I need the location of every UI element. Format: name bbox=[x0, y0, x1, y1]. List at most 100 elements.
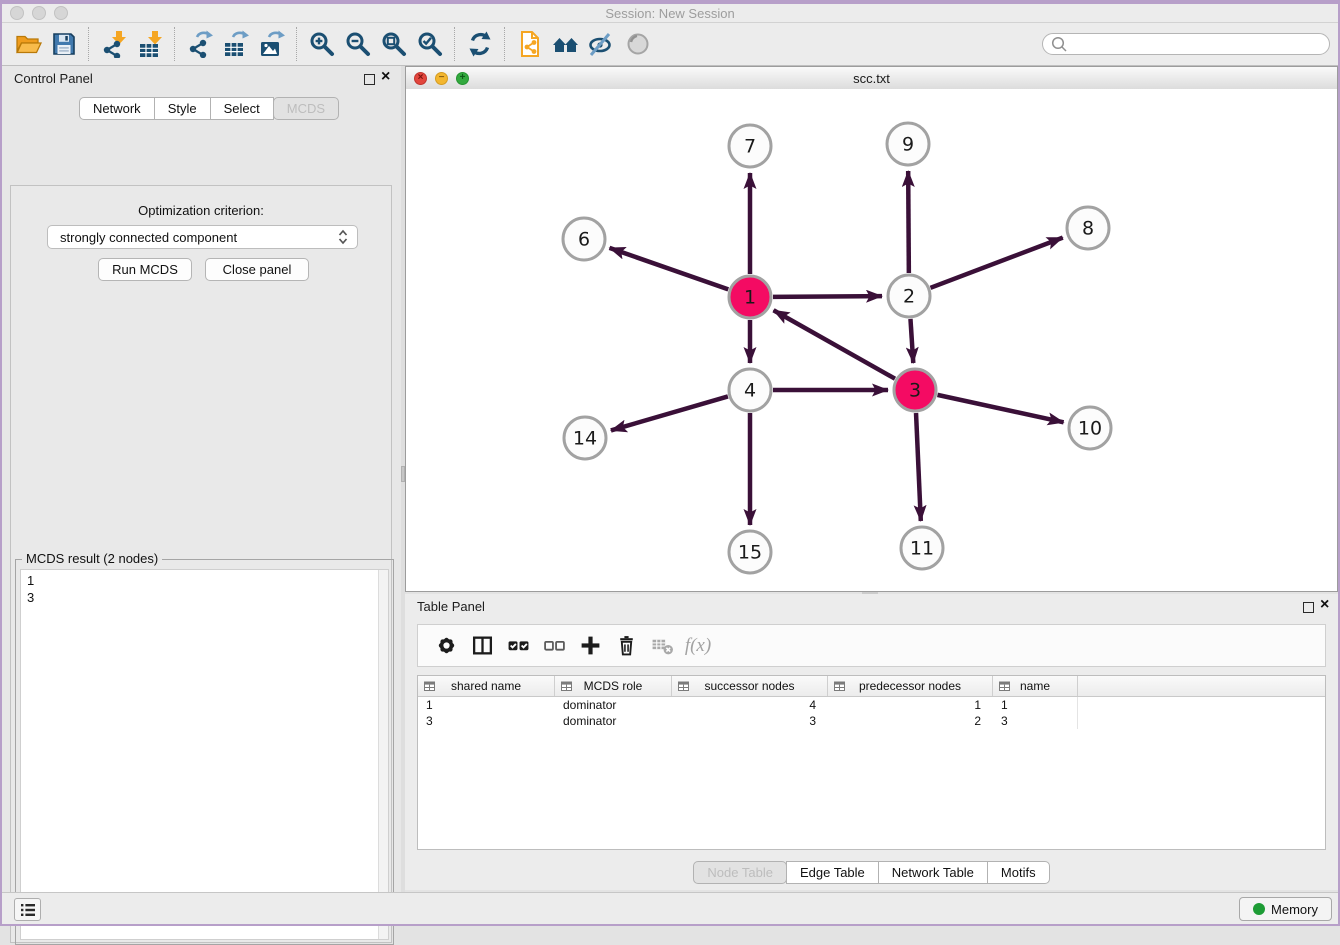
svg-text:4: 4 bbox=[744, 380, 756, 402]
result-scrollbar[interactable] bbox=[378, 570, 388, 939]
close-panel-button[interactable]: Close panel bbox=[205, 258, 309, 281]
graph-node-2[interactable]: 2 bbox=[888, 275, 930, 317]
memory-button[interactable]: Memory bbox=[1239, 897, 1332, 921]
tab-edge-table[interactable]: Edge Table bbox=[786, 861, 879, 884]
toolbar-separator bbox=[504, 27, 506, 61]
table-cell[interactable]: 1 bbox=[828, 697, 993, 713]
graph-node-14[interactable]: 14 bbox=[564, 417, 606, 459]
new-network-from-selection-button[interactable] bbox=[512, 26, 548, 62]
close-panel-icon[interactable]: × bbox=[381, 69, 390, 85]
graph-node-7[interactable]: 7 bbox=[729, 125, 771, 167]
float-table-panel-icon[interactable] bbox=[1303, 602, 1314, 613]
table-header: shared nameMCDS role successor nodes prede… bbox=[418, 676, 1325, 697]
mcds-result-group: MCDS result (2 nodes) 1 3 bbox=[15, 559, 394, 945]
search-box[interactable] bbox=[1042, 33, 1330, 55]
zoom-out-icon bbox=[344, 30, 372, 58]
tab-mcds[interactable]: MCDS bbox=[273, 97, 339, 120]
graph-node-11[interactable]: 11 bbox=[901, 527, 943, 569]
tab-select[interactable]: Select bbox=[210, 97, 274, 120]
column-header-MCDS-role[interactable]: MCDS role bbox=[555, 676, 672, 696]
network-canvas[interactable]: 7 9 6 8 1 2 4 3 14 10 15 11 bbox=[406, 89, 1337, 591]
graph-edge-2-8[interactable] bbox=[931, 238, 1063, 288]
table-cell[interactable]: 3 bbox=[993, 713, 1078, 729]
column-label: successor nodes bbox=[704, 679, 794, 693]
save-session-button[interactable] bbox=[46, 26, 82, 62]
mcds-result-area[interactable]: 1 3 bbox=[20, 569, 389, 940]
zoom-in-button[interactable] bbox=[304, 26, 340, 62]
hide-selected-icon bbox=[588, 30, 616, 58]
table-cell[interactable]: dominator bbox=[555, 713, 672, 729]
graph-node-6[interactable]: 6 bbox=[563, 218, 605, 260]
table-cell[interactable]: 3 bbox=[418, 713, 555, 729]
graph-node-4[interactable]: 4 bbox=[729, 369, 771, 411]
graph-node-9[interactable]: 9 bbox=[887, 123, 929, 165]
graph-edge-3-1[interactable] bbox=[774, 310, 895, 378]
graph-edge-3-10[interactable] bbox=[937, 395, 1063, 422]
graph-node-15[interactable]: 15 bbox=[729, 531, 771, 573]
export-image-icon bbox=[258, 30, 286, 58]
table-cell[interactable]: 2 bbox=[828, 713, 993, 729]
hide-selected-button[interactable] bbox=[584, 26, 620, 62]
graph-edge-3-11[interactable] bbox=[916, 413, 921, 521]
tab-network[interactable]: Network bbox=[79, 97, 155, 120]
first-neighbors-button[interactable] bbox=[548, 26, 584, 62]
table-cell[interactable]: 4 bbox=[672, 697, 828, 713]
add-column-button[interactable] bbox=[572, 629, 608, 663]
table-cell[interactable]: dominator bbox=[555, 697, 672, 713]
table-cell[interactable]: 1 bbox=[993, 697, 1078, 713]
column-header-predecessor-nodes[interactable]: predecessor nodes bbox=[828, 676, 993, 696]
graph-edge-1-6[interactable] bbox=[609, 248, 728, 290]
show-all-button[interactable] bbox=[620, 26, 656, 62]
network-view-window: × − + scc.txt 7968124314101511 bbox=[405, 66, 1338, 592]
run-mcds-button[interactable]: Run MCDS bbox=[98, 258, 192, 281]
select-all-button[interactable] bbox=[500, 629, 536, 663]
graph-node-1[interactable]: 1 bbox=[729, 276, 771, 318]
tab-style[interactable]: Style bbox=[154, 97, 211, 120]
export-image-button[interactable] bbox=[254, 26, 290, 62]
toolbar-separator bbox=[174, 27, 176, 61]
graph-edge-4-14[interactable] bbox=[611, 396, 728, 430]
export-network-button[interactable] bbox=[182, 26, 218, 62]
column-header-successor-nodes[interactable]: successor nodes bbox=[672, 676, 828, 696]
tab-motifs[interactable]: Motifs bbox=[987, 861, 1050, 884]
column-header-shared-name[interactable]: shared name bbox=[418, 676, 555, 696]
zoom-fit-icon bbox=[380, 30, 408, 58]
float-panel-icon[interactable] bbox=[364, 74, 375, 85]
table-row[interactable]: 1dominator411 bbox=[418, 697, 1325, 713]
apply-layout-button[interactable] bbox=[462, 26, 498, 62]
tab-node-table[interactable]: Node Table bbox=[693, 861, 787, 884]
graph-node-3[interactable]: 3 bbox=[894, 369, 936, 411]
table-cell[interactable]: 3 bbox=[672, 713, 828, 729]
import-network-button[interactable] bbox=[96, 26, 132, 62]
svg-text:8: 8 bbox=[1082, 218, 1094, 240]
column-label: name bbox=[1020, 679, 1050, 693]
graph-node-10[interactable]: 10 bbox=[1069, 407, 1111, 449]
export-network-icon bbox=[186, 30, 214, 58]
graph-node-8[interactable]: 8 bbox=[1067, 207, 1109, 249]
table-settings-button[interactable] bbox=[428, 629, 464, 663]
zoom-fit-button[interactable] bbox=[376, 26, 412, 62]
toggle-columns-button[interactable] bbox=[464, 629, 500, 663]
open-session-button[interactable] bbox=[10, 26, 46, 62]
new-network-from-selection-icon bbox=[516, 30, 544, 58]
import-table-button[interactable] bbox=[132, 26, 168, 62]
graph-edge-2-9[interactable] bbox=[908, 171, 909, 273]
deselect-all-icon bbox=[543, 634, 566, 657]
mcds-result-title: MCDS result (2 nodes) bbox=[22, 551, 162, 566]
graph-edge-2-3[interactable] bbox=[910, 319, 913, 363]
export-table-button[interactable] bbox=[218, 26, 254, 62]
zoom-out-button[interactable] bbox=[340, 26, 376, 62]
criterion-select[interactable]: strongly connected component bbox=[47, 225, 358, 249]
network-graph[interactable]: 7 9 6 8 1 2 4 3 14 10 15 11 bbox=[406, 89, 1337, 590]
tab-network-table[interactable]: Network Table bbox=[878, 861, 988, 884]
table-row[interactable]: 3dominator323 bbox=[418, 713, 1325, 729]
column-header-name[interactable]: name bbox=[993, 676, 1078, 696]
graph-edge-1-2[interactable] bbox=[773, 296, 882, 297]
search-input[interactable] bbox=[1068, 35, 1329, 53]
close-table-panel-icon[interactable]: × bbox=[1320, 597, 1329, 613]
deselect-all-button[interactable] bbox=[536, 629, 572, 663]
table-cell[interactable]: 1 bbox=[418, 697, 555, 713]
zoom-selected-button[interactable] bbox=[412, 26, 448, 62]
task-history-button[interactable] bbox=[14, 898, 41, 921]
delete-column-button[interactable] bbox=[608, 629, 644, 663]
